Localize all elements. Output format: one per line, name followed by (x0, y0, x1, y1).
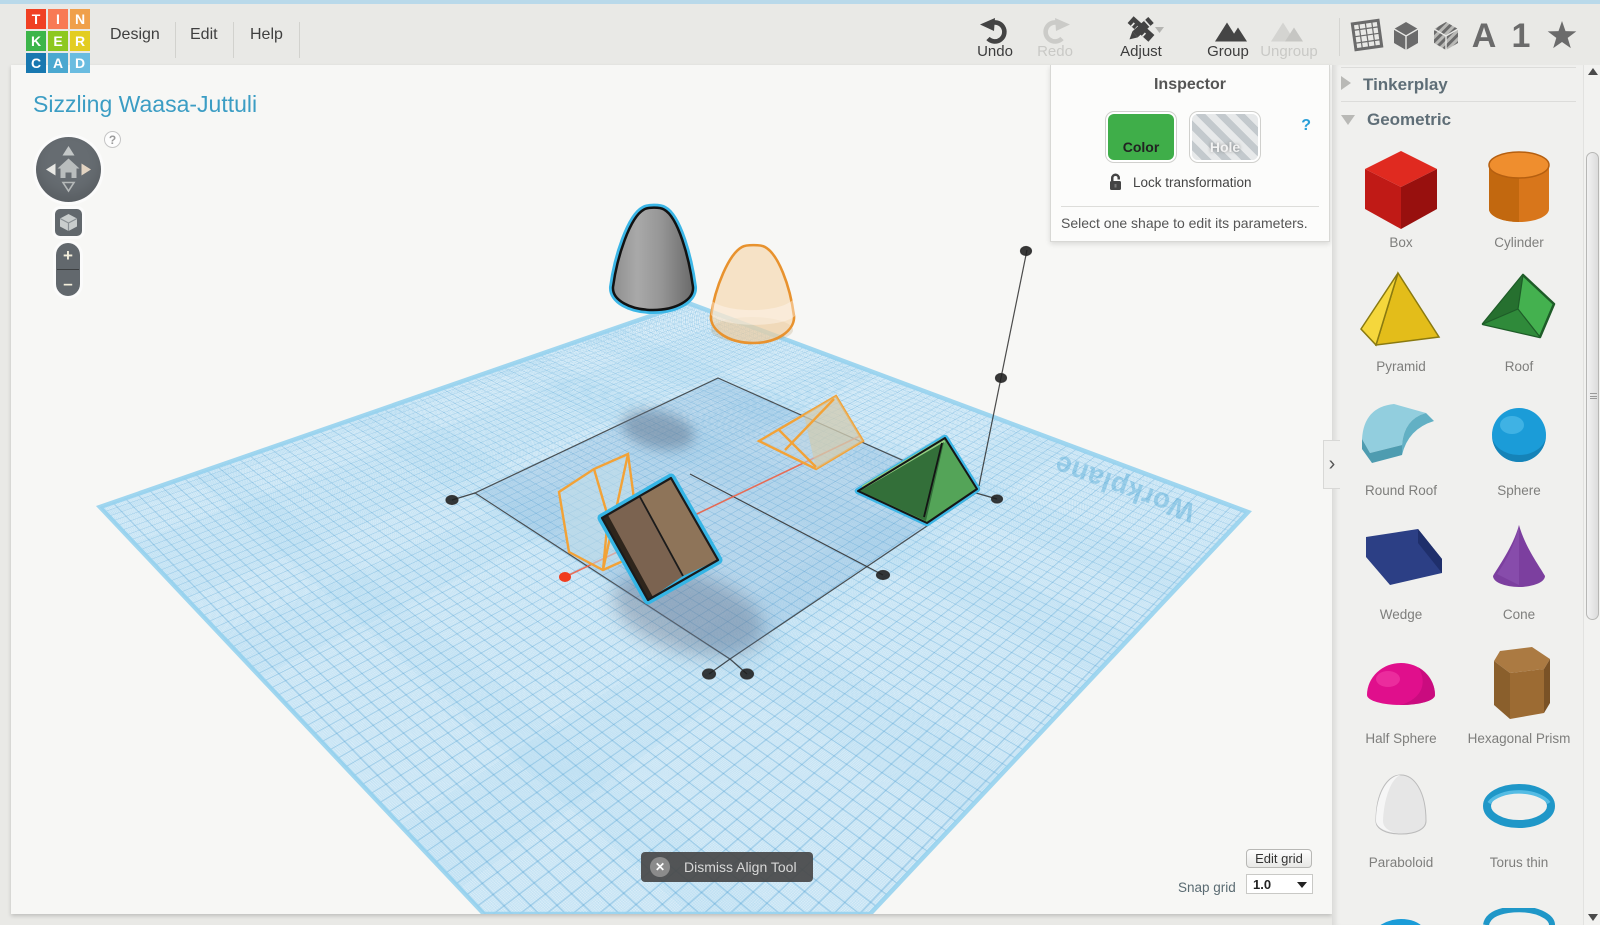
svg-text:A: A (1472, 17, 1497, 55)
svg-text:Workplane: Workplane (1050, 449, 1199, 528)
svg-text:Undo: Undo (977, 43, 1013, 60)
svg-text:Ungroup: Ungroup (1260, 43, 1318, 60)
svg-text:1: 1 (1512, 17, 1531, 55)
svg-text:Redo: Redo (1037, 43, 1073, 60)
svg-text:Group: Group (1207, 43, 1249, 60)
svg-text:Adjust: Adjust (1120, 43, 1163, 60)
